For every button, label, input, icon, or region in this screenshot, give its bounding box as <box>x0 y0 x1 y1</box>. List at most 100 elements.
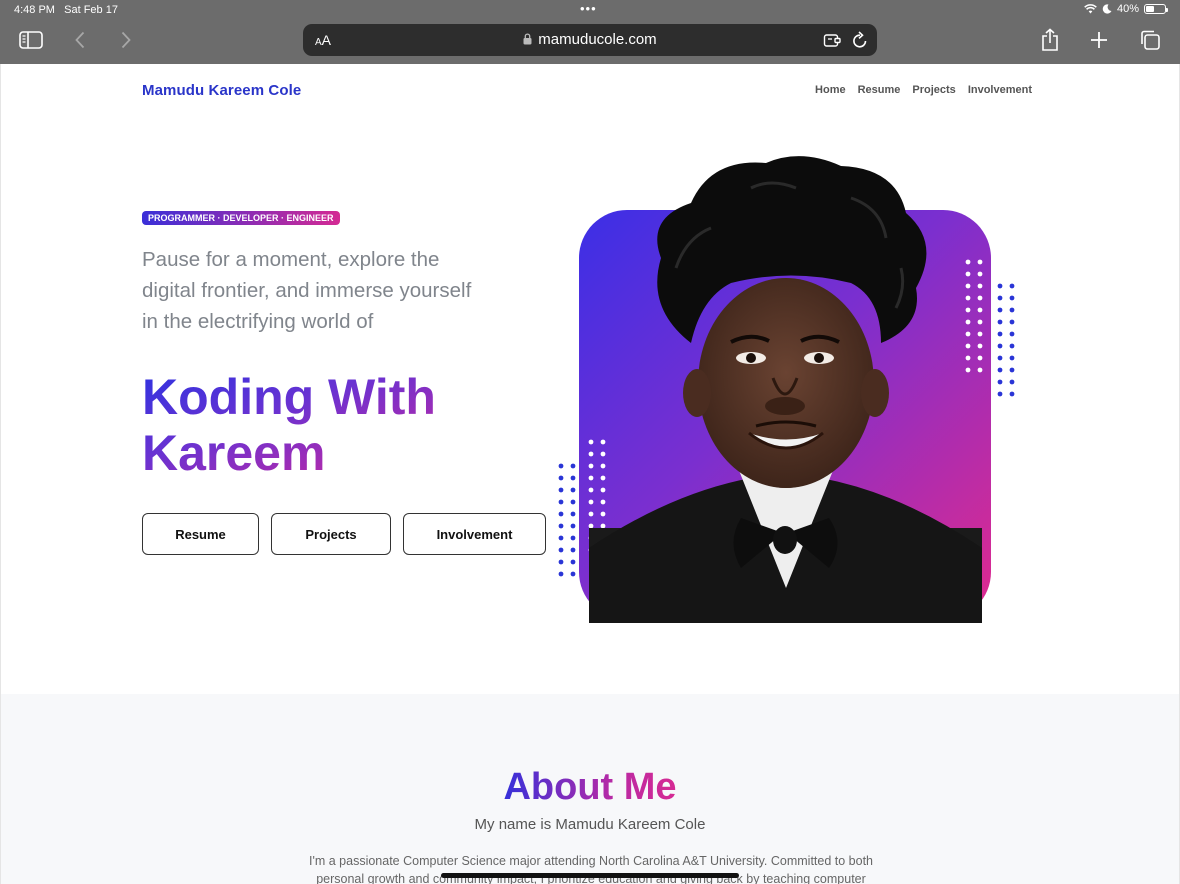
decor-dot <box>570 511 576 517</box>
decor-dot <box>558 499 564 505</box>
hero-portrait <box>558 156 1015 623</box>
site-brand[interactable]: Mamudu Kareem Cole <box>142 82 301 99</box>
decor-dot <box>570 523 576 529</box>
resume-button[interactable]: Resume <box>142 513 259 555</box>
decor-dot <box>1009 391 1015 397</box>
decor-dot <box>600 439 606 445</box>
decor-dot <box>965 367 971 373</box>
decor-dot <box>600 523 606 529</box>
decor-dot <box>977 355 983 361</box>
forward-button[interactable] <box>118 26 134 54</box>
decor-dot <box>588 451 594 457</box>
decor-dot <box>558 571 564 577</box>
decor-dot <box>965 259 971 265</box>
decor-dot <box>977 331 983 337</box>
decor-dot <box>558 559 564 565</box>
decor-dot <box>1009 355 1015 361</box>
decor-dot <box>570 475 576 481</box>
share-button[interactable] <box>1040 26 1060 54</box>
decor-dot <box>558 547 564 553</box>
decor-dot <box>588 475 594 481</box>
chevron-left-icon <box>75 31 85 49</box>
extensions-icon[interactable] <box>823 31 841 49</box>
wifi-icon <box>1084 4 1097 14</box>
decor-dot <box>977 271 983 277</box>
reload-icon[interactable] <box>852 31 868 49</box>
nav-home[interactable]: Home <box>815 84 846 96</box>
decor-dot <box>1009 331 1015 337</box>
decor-dot <box>570 571 576 577</box>
decor-dot <box>558 523 564 529</box>
decor-dot <box>1009 295 1015 301</box>
nav-involvement[interactable]: Involvement <box>968 84 1032 96</box>
decor-dot <box>997 307 1003 313</box>
decor-dot <box>588 499 594 505</box>
decor-dot <box>977 283 983 289</box>
role-badge: PROGRAMMER · DEVELOPER · ENGINEER <box>142 211 340 225</box>
decor-dot <box>600 487 606 493</box>
decor-dot <box>558 511 564 517</box>
chevron-right-icon <box>121 31 131 49</box>
decor-dot <box>558 535 564 541</box>
decor-dot <box>570 499 576 505</box>
nav-projects[interactable]: Projects <box>912 84 955 96</box>
address-bar[interactable]: AA mamuducole.com <box>303 24 877 56</box>
about-subtitle: My name is Mamudu Kareem Cole <box>474 816 706 833</box>
headline-line-2: Kareem <box>142 425 326 481</box>
url-display[interactable]: mamuducole.com <box>303 31 877 48</box>
decor-dot <box>600 475 606 481</box>
decor-dot <box>997 367 1003 373</box>
browser-chrome: 4:48 PM Sat Feb 17 ••• 40% AA mamuducole… <box>0 0 1180 64</box>
decor-dot <box>570 547 576 553</box>
projects-button[interactable]: Projects <box>271 513 391 555</box>
nav-resume[interactable]: Resume <box>858 84 901 96</box>
home-indicator[interactable] <box>441 873 739 878</box>
decor-dot <box>965 307 971 313</box>
decor-dot <box>1009 367 1015 373</box>
decor-dot <box>1009 379 1015 385</box>
decor-dot <box>600 499 606 505</box>
decor-dot <box>1009 319 1015 325</box>
status-bar: 4:48 PM Sat Feb 17 ••• 40% <box>0 0 1180 20</box>
decor-dot <box>965 355 971 361</box>
back-button[interactable] <box>72 26 88 54</box>
involvement-button[interactable]: Involvement <box>403 513 546 555</box>
decor-dot <box>965 343 971 349</box>
status-right: 40% <box>1084 3 1168 15</box>
decor-dot <box>1009 283 1015 289</box>
about-title: About Me <box>1 766 1179 809</box>
status-time: 4:48 PM Sat Feb 17 <box>14 4 118 16</box>
decor-dot <box>570 487 576 493</box>
decor-dot <box>570 535 576 541</box>
decor-dot <box>588 487 594 493</box>
decor-dot <box>588 523 594 529</box>
decor-dot <box>997 331 1003 337</box>
new-tab-button[interactable] <box>1088 26 1110 54</box>
sidebar-toggle-button[interactable] <box>18 26 44 54</box>
decor-dot <box>588 511 594 517</box>
decor-dot <box>965 331 971 337</box>
decor-dot <box>997 343 1003 349</box>
webpage: Mamudu Kareem Cole Home Resume Projects … <box>0 64 1180 884</box>
decor-dot <box>558 475 564 481</box>
decor-dot <box>977 307 983 313</box>
decor-dot <box>600 463 606 469</box>
decor-dot <box>1009 343 1015 349</box>
decor-dot <box>977 319 983 325</box>
headline-line-1: Koding With <box>142 369 436 425</box>
decor-dot <box>588 439 594 445</box>
tabs-overview-button[interactable] <box>1138 26 1162 54</box>
decor-dot <box>977 367 983 373</box>
about-section: About Me My name is Mamudu Kareem Cole I… <box>1 694 1179 884</box>
multitasking-dots[interactable]: ••• <box>580 1 597 16</box>
decor-dot <box>977 343 983 349</box>
dot-pattern-blue-left <box>558 463 576 577</box>
decor-dot <box>1009 307 1015 313</box>
tabs-icon <box>1141 30 1160 50</box>
hero-tagline: Pause for a moment, explore the digital … <box>142 248 472 333</box>
moon-icon <box>1102 4 1112 14</box>
decor-dot <box>997 319 1003 325</box>
hero-headline: Koding With Kareem <box>142 369 462 481</box>
decor-dot <box>997 391 1003 397</box>
decor-dot <box>558 463 564 469</box>
